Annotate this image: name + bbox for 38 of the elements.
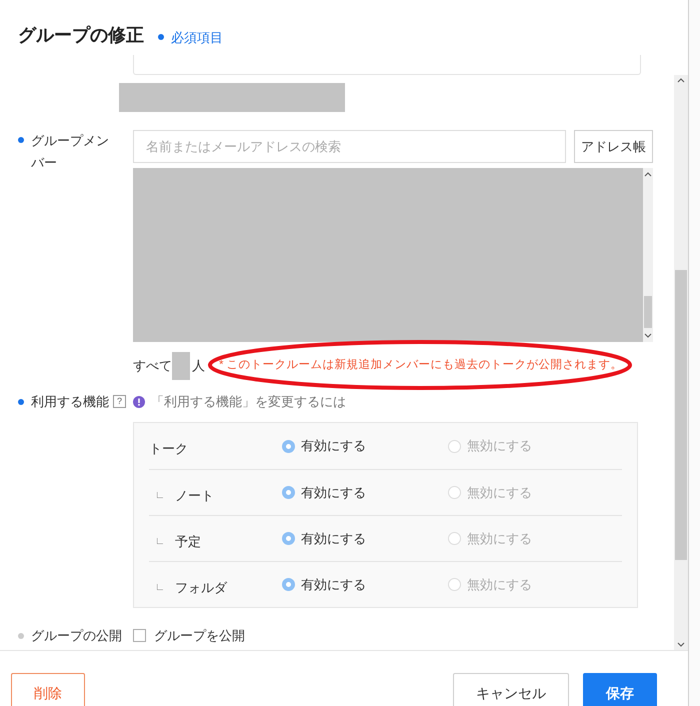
feature-name: フォルダ [174,578,227,597]
notice-text: * このトークルームは新規追加メンバーにも過去のトークが公開されます。 [219,357,623,373]
member-total-unit: 人 [192,356,205,375]
scroll-up-icon[interactable] [644,172,652,177]
indent-mark: ∟ [155,489,165,503]
info-link[interactable]: 「利用する機能」を変更するには [151,392,346,412]
save-button[interactable]: 保存 [583,673,657,706]
field-label: グループメンバー [31,132,110,172]
member-total-label: すべて [133,356,172,375]
indent-mark: ∟ [155,581,165,595]
delete-button[interactable]: 削除 [11,673,85,706]
feature-name: トーク [149,440,188,458]
text-field[interactable] [133,55,641,75]
scroll-down-icon[interactable] [644,333,652,338]
address-book-button[interactable]: アドレス帳 [574,130,653,163]
feature-name: 予定 [174,532,201,551]
search-field[interactable]: 名前またはメールアドレスの検索 [133,130,566,163]
info-icon [133,396,145,408]
field-label: グループの公開 [31,627,122,645]
radio-option[interactable]: 有効にする [282,482,448,502]
radio-option[interactable]: 有効にする [282,574,448,594]
radio-option[interactable]: 有効にする [282,436,448,456]
help-button[interactable]: ? [113,395,126,408]
indent-mark: ∟ [155,535,165,549]
redacted-block [172,352,190,380]
feature-name: ノート [174,486,214,505]
scrollbar-thumb[interactable] [675,270,687,560]
scrollbar[interactable] [674,75,688,650]
dialog-title: グループの修正 [18,24,144,47]
scroll-down-icon[interactable] [677,642,685,647]
publish-checkbox[interactable]: グループを公開 [133,626,245,646]
radio-option[interactable]: 有効にする [282,528,448,548]
scroll-up-icon[interactable] [677,78,685,83]
cancel-button[interactable]: キャンセル [453,673,569,706]
required-note: 必須項目 [171,28,223,46]
field-label: 利用する機能 [31,393,109,411]
list-scrollbar[interactable] [643,168,653,342]
scrollbar-thumb[interactable] [644,296,652,328]
